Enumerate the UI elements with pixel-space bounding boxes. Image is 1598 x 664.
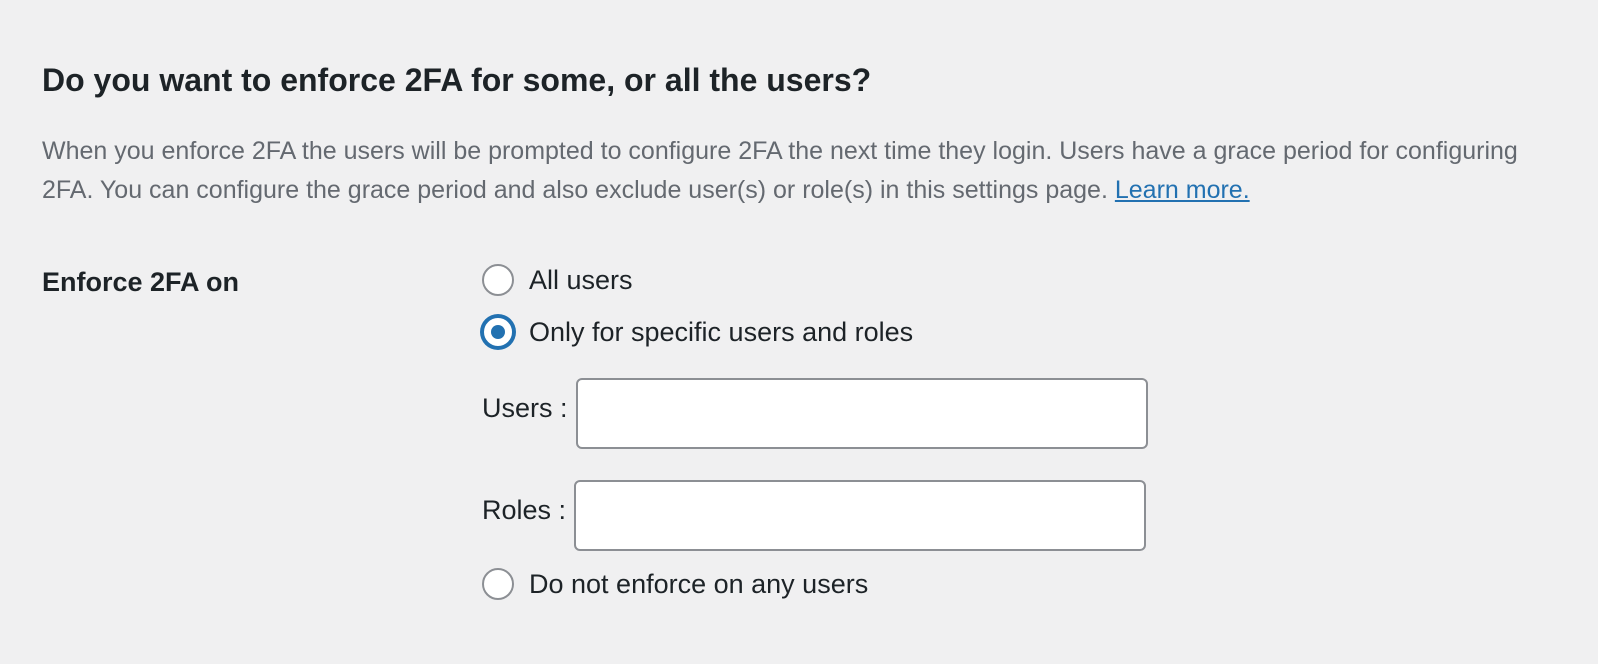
description-text: When you enforce 2FA the users will be p… xyxy=(42,137,1518,204)
roles-input[interactable] xyxy=(574,480,1147,551)
radio-selected-dot xyxy=(491,325,505,339)
radio-label-all-users: All users xyxy=(529,265,633,295)
section-description: When you enforce 2FA the users will be p… xyxy=(42,132,1552,210)
users-input[interactable] xyxy=(575,378,1148,449)
enforce-2fa-label: Enforce 2FA on xyxy=(42,267,240,297)
section-heading: Do you want to enforce 2FA for some, or … xyxy=(42,62,872,98)
radio-button-specific-users-roles[interactable] xyxy=(482,316,514,348)
radio-button-do-not-enforce[interactable] xyxy=(482,568,514,600)
radio-option-all-users[interactable]: All users xyxy=(482,262,633,298)
radio-label-specific-users-roles: Only for specific users and roles xyxy=(529,317,914,347)
radio-label-do-not-enforce: Do not enforce on any users xyxy=(529,569,869,599)
learn-more-link[interactable]: Learn more. xyxy=(1115,176,1250,204)
radio-button-all-users[interactable] xyxy=(482,264,514,296)
settings-page: Do you want to enforce 2FA for some, or … xyxy=(0,0,1598,664)
roles-field-label: Roles : xyxy=(482,494,567,525)
radio-option-do-not-enforce[interactable]: Do not enforce on any users xyxy=(482,566,868,602)
roles-field-row: Roles : xyxy=(482,480,1147,551)
users-field-label: Users : xyxy=(482,392,568,423)
radio-option-specific-users-roles[interactable]: Only for specific users and roles xyxy=(482,314,913,350)
users-field-row: Users : xyxy=(482,378,1148,449)
